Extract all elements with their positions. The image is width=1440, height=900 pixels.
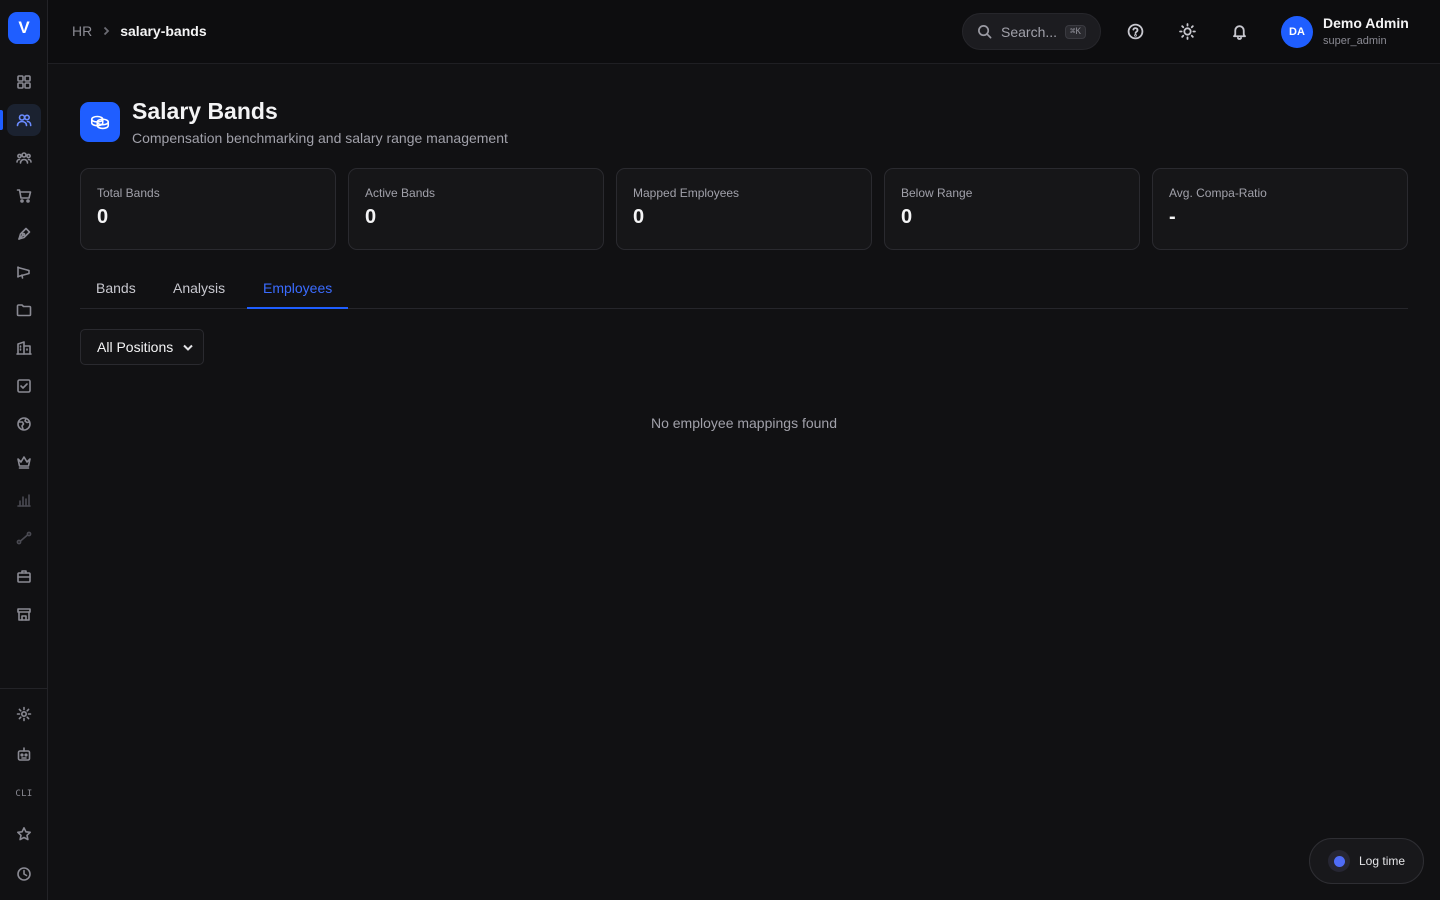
stat-card-total-bands: Total Bands 0: [80, 168, 336, 250]
sidebar-item-tasks[interactable]: [7, 370, 41, 402]
app-logo[interactable]: V: [8, 12, 40, 44]
bar-chart-icon: [17, 494, 31, 507]
stat-label: Below Range: [901, 186, 973, 200]
user-role: super_admin: [1323, 35, 1387, 47]
sidebar-item-files[interactable]: [7, 294, 41, 326]
checkbox-icon: [17, 379, 31, 393]
workflow-icon: [16, 531, 32, 545]
search-shortcut: ⌘K: [1065, 24, 1086, 39]
search-button[interactable]: Search... ⌘K: [962, 13, 1101, 50]
stat-label: Mapped Employees: [633, 186, 740, 200]
sidebar-item-bot[interactable]: [7, 738, 41, 770]
sidebar-item-dashboard[interactable]: [7, 66, 41, 98]
pen-tool-icon: [18, 227, 31, 240]
top-header: HR salary-bands Search... ⌘K DA Demo Adm…: [48, 0, 1440, 64]
clock-icon: [17, 867, 31, 881]
store-icon: [17, 608, 31, 621]
sidebar-item-team[interactable]: [7, 142, 41, 174]
stat-value: 0: [365, 206, 377, 228]
tab-bands[interactable]: Bands: [80, 270, 152, 309]
settings-icon: [16, 706, 32, 722]
help-button[interactable]: [1124, 20, 1146, 42]
bell-icon: [1232, 24, 1246, 40]
sidebar-item-marketing[interactable]: [7, 256, 41, 288]
breadcrumb-item-hr[interactable]: HR: [72, 23, 92, 39]
sidebar-item-favorites[interactable]: [7, 818, 41, 850]
stat-label: Active Bands: [365, 186, 436, 200]
sidebar-item-jobs[interactable]: [7, 560, 41, 592]
chevron-down-icon: [183, 344, 193, 351]
timer-icon: [1328, 850, 1350, 872]
sidebar-item-hr[interactable]: [7, 104, 41, 136]
search-icon: [978, 25, 992, 39]
stat-card-mapped-employees: Mapped Employees 0: [616, 168, 872, 250]
building-icon: [16, 341, 32, 355]
dashboard-icon: [17, 75, 31, 89]
theme-toggle-button[interactable]: [1176, 20, 1198, 42]
tab-employees[interactable]: Employees: [247, 270, 349, 309]
stat-value: 0: [633, 206, 645, 228]
page-icon: [80, 102, 120, 142]
stat-value: -: [1169, 206, 1176, 228]
sidebar-item-store[interactable]: [7, 598, 41, 630]
megaphone-icon: [17, 266, 30, 279]
page-subtitle: Compensation benchmarking and salary ran…: [132, 130, 508, 146]
tab-analysis[interactable]: Analysis: [157, 270, 241, 309]
breadcrumb-item-current: salary-bands: [120, 23, 207, 39]
folder-icon: [16, 304, 32, 317]
sidebar-item-cli[interactable]: CLI: [7, 778, 41, 810]
user-name[interactable]: Demo Admin: [1323, 15, 1409, 31]
cart-icon: [16, 189, 32, 203]
page-title: Salary Bands: [132, 98, 278, 124]
sidebar-item-workflow[interactable]: [7, 522, 41, 554]
log-time-button[interactable]: Log time: [1309, 838, 1424, 884]
empty-state-message: No employee mappings found: [650, 415, 837, 431]
tab-bar: Bands Analysis Employees: [80, 270, 1408, 309]
log-time-label: Log time: [1359, 854, 1406, 868]
sidebar-item-settings[interactable]: [7, 698, 41, 730]
breadcrumb: HR salary-bands: [72, 23, 207, 39]
chevron-right-icon: [100, 25, 112, 37]
globe-icon: [17, 417, 31, 431]
stat-label: Total Bands: [97, 186, 160, 200]
sidebar-item-premium[interactable]: [7, 446, 41, 478]
sidebar-item-global[interactable]: [7, 408, 41, 440]
stat-card-below-range: Below Range 0: [884, 168, 1140, 250]
team-icon: [16, 152, 32, 164]
cli-label: CLI: [15, 789, 33, 799]
coins-icon: [90, 115, 110, 130]
sidebar-item-design[interactable]: [7, 218, 41, 250]
stat-value: 0: [901, 206, 913, 228]
crown-icon: [17, 456, 31, 469]
stat-card-avg-compa-ratio: Avg. Compa-Ratio -: [1152, 168, 1408, 250]
sidebar-item-reports[interactable]: [7, 484, 41, 516]
notifications-button[interactable]: [1228, 20, 1250, 42]
sidebar-item-history[interactable]: [7, 858, 41, 890]
users-icon: [16, 114, 32, 127]
bot-icon: [17, 747, 31, 761]
select-value: All Positions: [97, 339, 174, 355]
sidebar-item-company[interactable]: [7, 332, 41, 364]
stat-label: Avg. Compa-Ratio: [1169, 186, 1267, 200]
help-icon: [1127, 23, 1143, 39]
stat-card-active-bands: Active Bands 0: [348, 168, 604, 250]
search-placeholder: Search...: [1001, 23, 1058, 40]
sidebar: V CLI: [0, 0, 48, 900]
position-filter-select[interactable]: All Positions: [80, 329, 204, 365]
sidebar-divider: [0, 688, 48, 689]
sun-icon: [1178, 22, 1196, 40]
stat-value: 0: [97, 206, 109, 228]
active-indicator: [0, 110, 3, 130]
avatar[interactable]: DA: [1281, 16, 1313, 48]
star-icon: [17, 827, 31, 841]
briefcase-icon: [17, 570, 31, 583]
sidebar-item-sales[interactable]: [7, 180, 41, 212]
